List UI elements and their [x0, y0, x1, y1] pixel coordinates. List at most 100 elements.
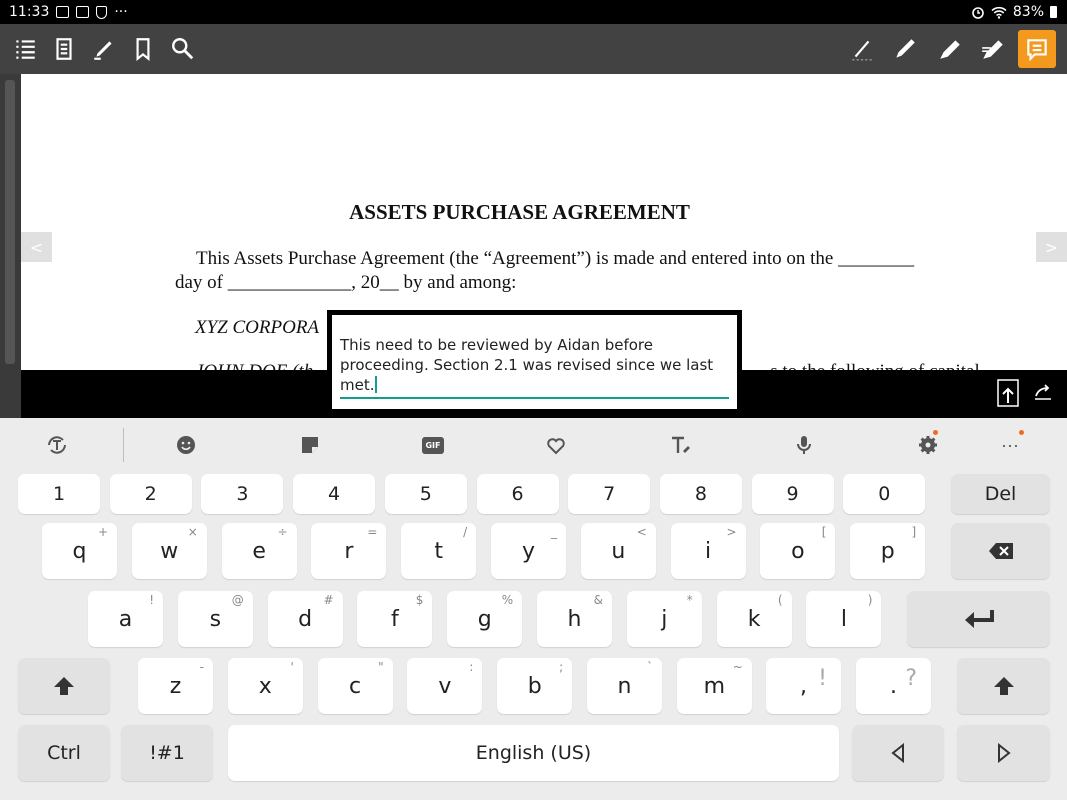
key-alt-hint: $ — [415, 593, 424, 607]
key-alt-hint: + — [97, 525, 108, 539]
highlighter-pen-button[interactable] — [976, 32, 1010, 66]
upload-note-button[interactable] — [996, 378, 1020, 408]
key-e[interactable]: e ÷ — [221, 523, 297, 579]
battery-level: 83% — [1012, 4, 1044, 20]
heart-button[interactable] — [541, 430, 571, 460]
key-y[interactable]: y _ — [491, 523, 566, 579]
comma-key[interactable]: ,! — [766, 658, 841, 714]
space-key[interactable]: English (US) — [228, 725, 839, 781]
key-label: English (US) — [475, 742, 592, 764]
key-0[interactable]: 0 — [843, 474, 926, 514]
key-q[interactable]: q + — [42, 523, 117, 579]
key-w[interactable]: w × — [131, 523, 207, 579]
highlight-button[interactable] — [87, 32, 121, 66]
alarm-icon — [972, 7, 984, 19]
key-f[interactable]: f $ — [357, 591, 433, 647]
key-h[interactable]: h & — [537, 591, 612, 647]
key-r[interactable]: r = — [311, 523, 387, 579]
key-n[interactable]: n ` — [587, 658, 662, 714]
shift-key-right[interactable] — [957, 658, 1050, 714]
search-button[interactable] — [166, 32, 200, 66]
key-o[interactable]: o[ — [760, 523, 836, 579]
key-alt-hint: : — [469, 660, 474, 674]
text-mode-button[interactable] — [42, 430, 72, 460]
key-label: d — [298, 606, 313, 632]
key-alt-hint: ÷ — [277, 525, 288, 539]
pages-button[interactable] — [47, 32, 81, 66]
document-line: XYZ CORPORA — [195, 317, 320, 338]
key-b[interactable]: b; — [497, 658, 573, 714]
key-9[interactable]: 9 — [751, 474, 834, 514]
bookmark-icon — [136, 38, 150, 62]
key-alt-hint: [ — [821, 525, 827, 539]
key-alt-hint: % — [501, 593, 514, 607]
keyboard-settings-button[interactable] — [913, 430, 943, 460]
key-6[interactable]: 6 — [476, 474, 559, 514]
cursor-right-key[interactable] — [957, 725, 1050, 781]
key-alt-hint: - — [199, 660, 204, 674]
key-s[interactable]: s @ — [177, 591, 253, 647]
key-l[interactable]: l) — [806, 591, 882, 647]
key-a[interactable]: a! — [88, 591, 163, 647]
note-icon — [1027, 39, 1047, 62]
gif-button[interactable]: GIF — [418, 430, 448, 460]
note-tool-button[interactable] — [1018, 30, 1056, 68]
key-3[interactable]: 3 — [201, 474, 284, 514]
key-5[interactable]: 5 — [384, 474, 467, 514]
key-label: k — [747, 606, 761, 632]
outline-button[interactable] — [8, 32, 42, 66]
scrollbar[interactable] — [5, 80, 15, 364]
keyboard-toolbar: GIF ··· — [0, 418, 1067, 472]
delete-key[interactable]: Del — [951, 474, 1050, 514]
key-d[interactable]: d # — [267, 591, 343, 647]
key-m[interactable]: m ~ — [676, 658, 752, 714]
shift-icon — [54, 677, 74, 695]
key-2[interactable]: 2 — [109, 474, 192, 514]
key-label: n — [617, 673, 632, 699]
key-label: . — [890, 673, 897, 699]
key-g[interactable]: g% — [447, 591, 523, 647]
key-alt-hint: ` — [647, 660, 653, 674]
key-u[interactable]: u < — [580, 523, 656, 579]
key-alt-hint: > — [726, 525, 737, 539]
key-p[interactable]: p] — [850, 523, 926, 579]
backspace-key[interactable] — [951, 523, 1050, 579]
marker-button[interactable] — [933, 32, 967, 66]
note-textarea[interactable]: This need to be reviewed by Aidan before… — [340, 335, 730, 395]
enter-key[interactable] — [907, 591, 1050, 647]
key-4[interactable]: 4 — [293, 474, 376, 514]
key-x[interactable]: x ' — [227, 658, 303, 714]
key-v[interactable]: v: — [407, 658, 483, 714]
emoji-button[interactable] — [171, 430, 201, 460]
key-1[interactable]: 1 — [18, 474, 100, 514]
key-alt-hint: × — [187, 525, 198, 539]
key-alt-hint: @ — [231, 593, 244, 607]
key-k[interactable]: k( — [716, 591, 792, 647]
marker-icon — [940, 40, 960, 59]
sticker-button[interactable] — [295, 430, 325, 460]
key-j[interactable]: j * — [626, 591, 702, 647]
bookmark-button[interactable] — [126, 32, 160, 66]
key-z[interactable]: z- — [138, 658, 213, 714]
period-key[interactable]: .? — [856, 658, 931, 714]
key-c[interactable]: c " — [317, 658, 393, 714]
previous-page-button[interactable]: < — [21, 232, 52, 262]
key-i[interactable]: i > — [670, 523, 746, 579]
share-note-button[interactable] — [1031, 378, 1055, 408]
key-7[interactable]: 7 — [568, 474, 651, 514]
text-style-button[interactable] — [666, 430, 696, 460]
ctrl-key[interactable]: Ctrl — [18, 725, 110, 781]
key-label: a — [118, 606, 133, 632]
cursor-left-key[interactable] — [852, 725, 944, 781]
symbols-key[interactable]: !#1 — [121, 725, 213, 781]
pen-button[interactable] — [888, 32, 922, 66]
voice-input-button[interactable] — [789, 430, 819, 460]
key-t[interactable]: t / — [401, 523, 477, 579]
thin-pen-button[interactable] — [845, 32, 879, 66]
key-label: 4 — [328, 483, 341, 505]
shift-key-left[interactable] — [18, 658, 110, 714]
note-popup[interactable]: This need to be reviewed by Aidan before… — [327, 310, 742, 414]
key-8[interactable]: 8 — [659, 474, 742, 514]
next-page-button[interactable]: > — [1036, 232, 1067, 262]
document-title: ASSETS PURCHASE AGREEMENT — [349, 200, 690, 224]
